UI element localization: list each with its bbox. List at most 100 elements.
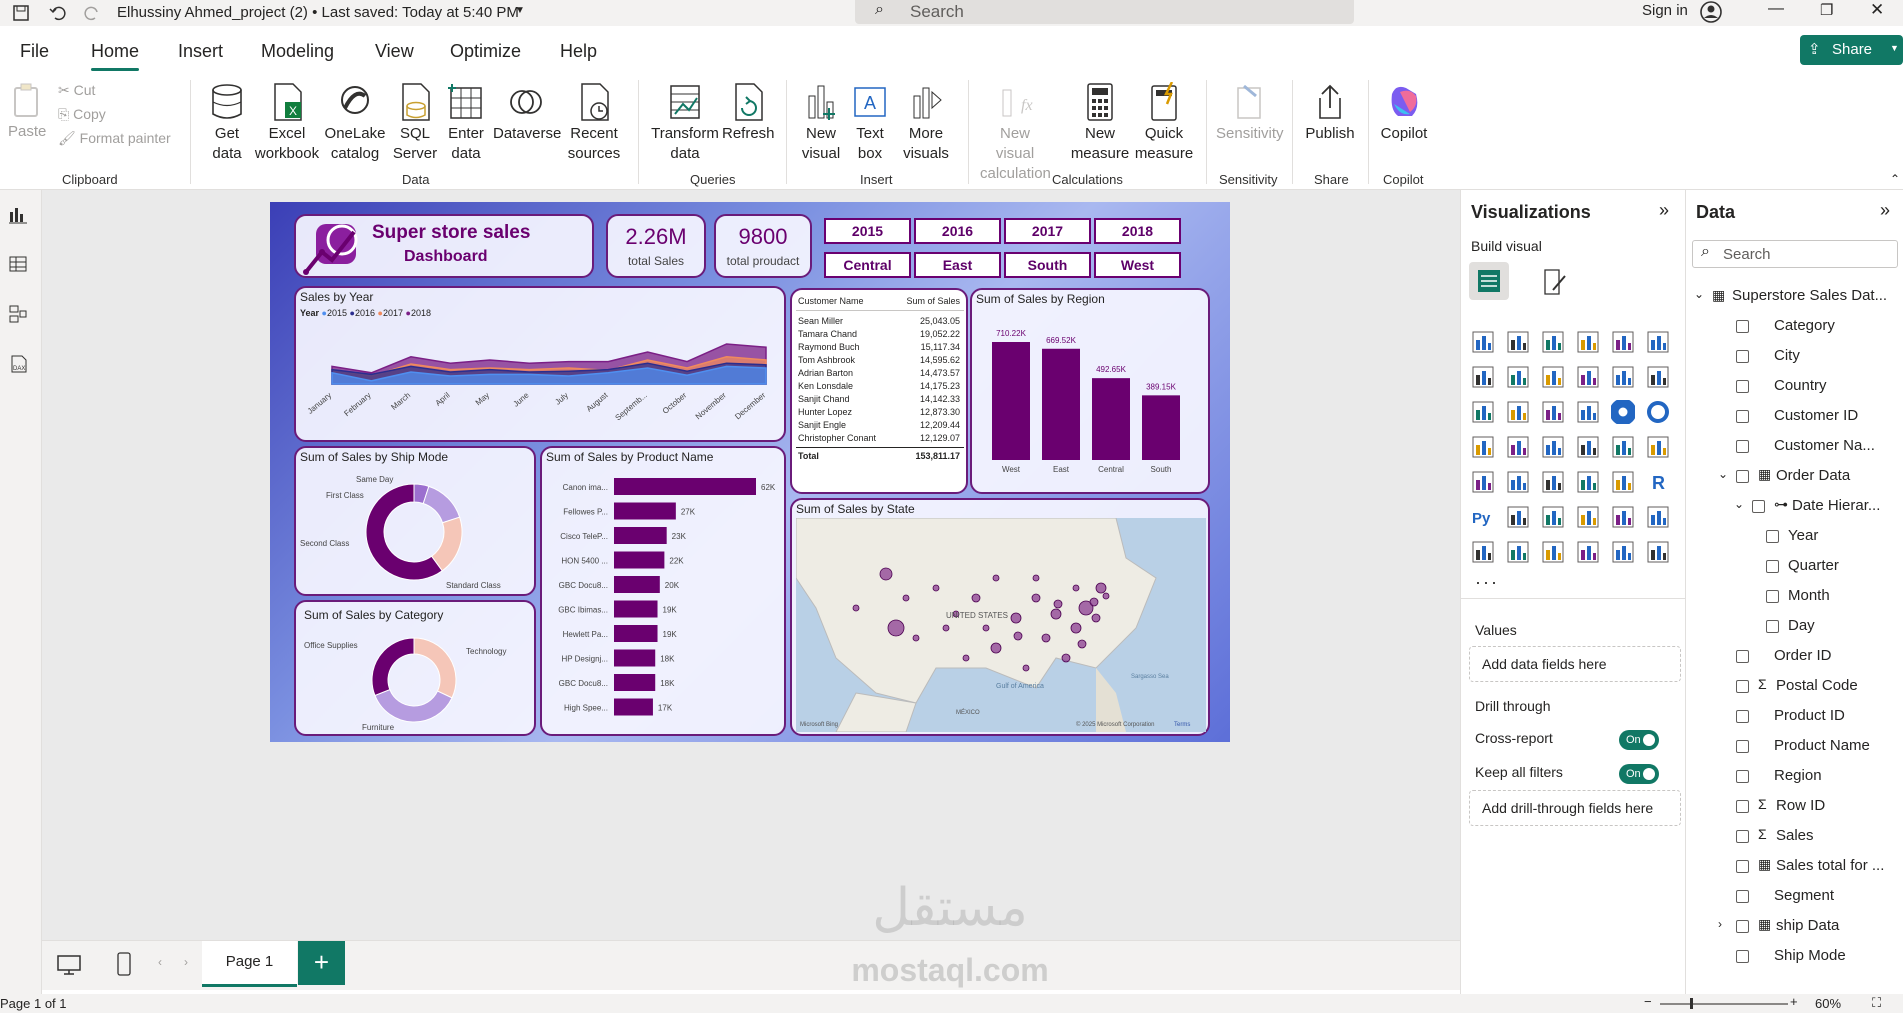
state-bubble[interactable] xyxy=(1061,653,1071,663)
waterfall-visual-icon[interactable] xyxy=(1506,400,1530,424)
tab-home[interactable]: Home xyxy=(91,41,139,62)
field-checkbox[interactable] xyxy=(1736,320,1749,333)
state-bubble[interactable] xyxy=(971,593,981,603)
state-bubble[interactable] xyxy=(982,624,990,632)
search-box[interactable]: ⌕ Search xyxy=(855,0,1354,24)
collapse-chevron-icon[interactable]: ⌄ xyxy=(1734,497,1744,511)
tab-view[interactable]: View xyxy=(375,41,414,62)
ship-mode-visual[interactable]: Sum of Sales by Ship Mode Same Day First … xyxy=(294,446,536,596)
new-measure-button[interactable]: New measure xyxy=(1070,82,1130,164)
text-box-button[interactable]: A Text box xyxy=(848,82,892,164)
more-visuals-button[interactable]: More visuals xyxy=(898,82,954,164)
sql-server-button[interactable]: SQL Server xyxy=(392,82,438,164)
restore-icon[interactable]: ❐ xyxy=(1820,1,1833,19)
line-clustered-visual-icon[interactable] xyxy=(1646,365,1670,389)
copilot-button[interactable]: Copilot xyxy=(1378,82,1430,144)
field-checkbox[interactable] xyxy=(1736,740,1749,753)
next-page-icon[interactable]: › xyxy=(184,955,188,969)
product-bar[interactable] xyxy=(614,649,656,667)
state-bubble[interactable] xyxy=(1022,664,1030,672)
state-bubble[interactable] xyxy=(1013,631,1023,641)
slicer-year-2017[interactable]: 2017 xyxy=(1004,218,1091,244)
state-bubble[interactable] xyxy=(1010,612,1022,624)
state-bubble[interactable] xyxy=(1050,608,1062,620)
zoom-slider-thumb[interactable] xyxy=(1690,998,1693,1009)
field-row[interactable]: Segment xyxy=(1686,884,1903,910)
multirow-card-visual-icon[interactable] xyxy=(1471,470,1495,494)
field-row[interactable]: Σ Postal Code xyxy=(1686,674,1903,700)
field-checkbox[interactable] xyxy=(1736,710,1749,723)
state-bubble[interactable] xyxy=(1053,599,1063,609)
collapse-chevron-icon[interactable]: ⌄ xyxy=(1718,467,1728,481)
recent-sources-button[interactable]: Recent sources xyxy=(563,82,625,164)
transform-data-button[interactable]: Transform data xyxy=(650,82,720,164)
product-bar[interactable] xyxy=(614,502,676,520)
field-row[interactable]: Country xyxy=(1686,374,1903,400)
decomposition-tree-visual-icon[interactable] xyxy=(1541,505,1565,529)
field-row[interactable]: › ▦ ship Data xyxy=(1686,914,1903,940)
field-checkbox[interactable] xyxy=(1736,470,1749,483)
document-title[interactable]: Elhussiny Ahmed_project (2) • Last saved… xyxy=(117,4,519,21)
key-influencers-visual-icon[interactable] xyxy=(1506,505,1530,529)
card-visual-icon[interactable] xyxy=(1646,435,1670,459)
state-bubble[interactable] xyxy=(1031,593,1041,603)
product-bar[interactable] xyxy=(614,698,653,716)
onelake-catalog-button[interactable]: OneLake catalog xyxy=(324,82,386,164)
redo-icon[interactable] xyxy=(84,4,102,22)
map-terms-link[interactable]: Terms xyxy=(1174,722,1190,728)
refresh-button[interactable]: Refresh xyxy=(722,82,775,144)
field-checkbox[interactable] xyxy=(1766,530,1779,543)
state-bubble[interactable] xyxy=(1072,584,1080,592)
state-map-visual[interactable]: Sum of Sales by State UNITED STATES Gulf… xyxy=(790,498,1210,736)
field-row[interactable]: ⌄ ▦ Superstore Sales Dat... xyxy=(1686,284,1903,310)
field-row[interactable]: Ship Mode xyxy=(1686,944,1903,970)
product-name-visual[interactable]: Sum of Sales by Product Name Canon ima..… xyxy=(540,446,786,736)
drill-through-drop-zone[interactable]: Add drill-through fields here xyxy=(1469,790,1681,826)
sales-by-year-visual[interactable]: Sales by Year Year ●2015 ●2016 ●2017 ●20… xyxy=(294,286,786,442)
format-visual-icon[interactable] xyxy=(1541,268,1569,296)
state-bubble[interactable] xyxy=(1041,633,1051,643)
region-bar[interactable] xyxy=(1092,378,1130,460)
field-row[interactable]: ⌄ ⊶ Date Hierar... xyxy=(1686,494,1903,520)
slicer-year-2016[interactable]: 2016 xyxy=(914,218,1001,244)
page-tab-page-1[interactable]: Page 1 xyxy=(202,941,297,987)
field-row[interactable]: Product ID xyxy=(1686,704,1903,730)
minimize-icon[interactable]: — xyxy=(1768,0,1784,18)
100-bar-visual-icon[interactable] xyxy=(1611,330,1635,354)
data-search-input[interactable]: ⌕ Search xyxy=(1692,240,1898,268)
tab-optimize[interactable]: Optimize xyxy=(450,41,521,62)
filled-map-visual-icon[interactable] xyxy=(1541,435,1565,459)
dax-query-view-icon[interactable]: DAX xyxy=(8,354,28,374)
publish-button[interactable]: Publish xyxy=(1302,82,1358,144)
sign-in-link[interactable]: Sign in xyxy=(1642,2,1688,19)
previous-page-icon[interactable]: ‹ xyxy=(158,955,162,969)
field-checkbox[interactable] xyxy=(1736,410,1749,423)
slicer-year-2015[interactable]: 2015 xyxy=(824,218,911,244)
undo-icon[interactable] xyxy=(48,4,66,22)
state-bubble[interactable] xyxy=(992,574,1000,582)
trophy-visual-icon[interactable] xyxy=(1646,505,1670,529)
slicer-region-central[interactable]: Central xyxy=(824,252,911,278)
clustered-bar-visual-icon[interactable] xyxy=(1541,330,1565,354)
state-bubble[interactable] xyxy=(932,584,940,592)
smart-narrative-visual-icon[interactable] xyxy=(1611,505,1635,529)
100-area-visual-icon[interactable] xyxy=(1576,365,1600,389)
product-bar[interactable] xyxy=(614,478,756,495)
tab-modeling[interactable]: Modeling xyxy=(261,41,334,62)
field-row[interactable]: Σ Row ID xyxy=(1686,794,1903,820)
build-visual-tab[interactable] xyxy=(1469,262,1509,300)
field-row[interactable]: Day xyxy=(1686,614,1903,640)
new-visual-calculation-button[interactable]: fx New visual calculation xyxy=(980,82,1051,184)
field-checkbox[interactable] xyxy=(1736,890,1749,903)
field-row[interactable]: ▦ Sales total for ... xyxy=(1686,854,1903,880)
field-checkbox[interactable] xyxy=(1736,380,1749,393)
more-visuals-ellipsis[interactable]: ··· xyxy=(1475,572,1499,593)
region-bar[interactable] xyxy=(1042,348,1080,460)
scatter-visual-icon[interactable] xyxy=(1576,400,1600,424)
product-bar[interactable] xyxy=(614,551,665,569)
fit-to-page-icon[interactable]: ⛶ xyxy=(1872,995,1881,1011)
quick-measure-button[interactable]: Quick measure xyxy=(1134,82,1194,164)
tab-insert[interactable]: Insert xyxy=(178,41,223,62)
zoom-slider[interactable] xyxy=(1660,1003,1788,1005)
values-drop-zone[interactable]: Add data fields here xyxy=(1469,646,1681,682)
